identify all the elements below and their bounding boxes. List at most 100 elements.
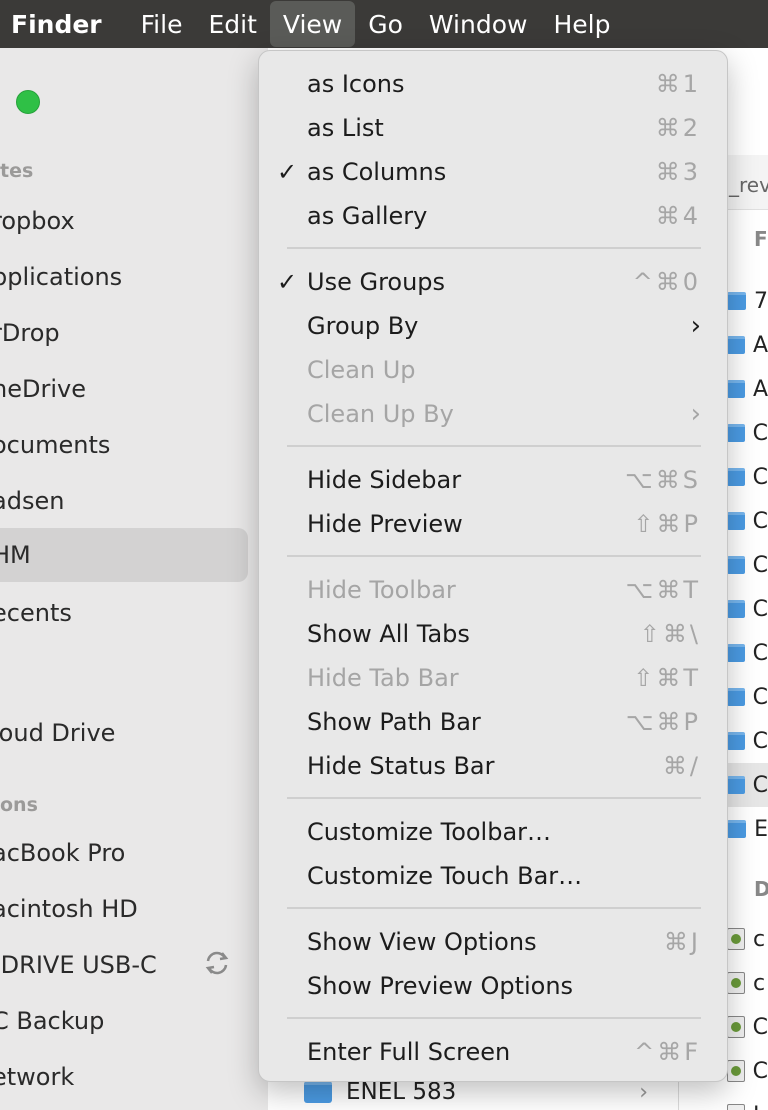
menu-item-shortcut: ⌘4 [655,202,701,230]
folder-icon [727,380,745,398]
folder-icon [727,512,745,530]
menu-item-label: Show View Options [307,928,537,956]
menu-item-group-by[interactable]: Group By › [259,304,729,348]
folder-icon [727,732,745,750]
menu-window[interactable]: Window [416,0,541,48]
menu-item-shortcut: ⌥⌘S [625,466,701,494]
zoom-button[interactable] [16,90,40,114]
menu-item-label: Show Preview Options [307,972,574,1000]
sidebar-item-label: ocuments [0,431,111,459]
chevron-right-icon: › [690,311,701,341]
menu-item-clean-up-by: Clean Up By › [259,392,729,436]
sidebar: tes ropbox pplications rDrop neDrive ocu… [0,48,268,1110]
list-item-label: E [754,816,768,842]
menu-item-show-preview-options[interactable]: Show Preview Options [259,964,729,1008]
list-item-label: c [753,970,766,996]
menu-edit[interactable]: Edit [195,0,269,48]
sidebar-item-user[interactable]: adsen [0,474,248,528]
menu-help[interactable]: Help [540,0,623,48]
column-3-title: _rev [729,173,768,197]
menu-item-customize-touch-bar[interactable]: Customize Touch Bar… [259,854,729,898]
sidebar-item-documents[interactable]: ocuments [0,418,248,472]
menu-view[interactable]: View [269,1,356,47]
sidebar-item-icloud-drive[interactable]: loud Drive [0,706,248,760]
menu-item-show-view-options[interactable]: Show View Options ⌘J [259,920,729,964]
menu-separator [287,907,701,909]
menu-file[interactable]: File [128,0,196,48]
menu-item-label: Enter Full Screen [307,1038,511,1066]
sidebar-item-selected[interactable]: HM [0,528,248,582]
column-3-heading: F [754,227,768,251]
menu-item-enter-full-screen[interactable]: Enter Full Screen ^⌘F [259,1030,729,1074]
menu-item-label: Show Path Bar [307,708,481,736]
list-item-label: I [753,1103,760,1110]
list-item[interactable]: I [679,1093,768,1110]
menu-separator [287,797,701,799]
sidebar-item-label: -DRIVE USB-C [0,951,157,979]
menu-item-as-icons[interactable]: as Icons ⌘1 [259,62,729,106]
sidebar-item-label: rDrop [0,319,60,347]
menu-item-show-all-tabs[interactable]: Show All Tabs ⇧⌘\ [259,612,729,656]
menu-item-label: Group By [307,312,419,340]
sidebar-item-network[interactable]: etwork [0,1050,248,1104]
menu-item-as-columns[interactable]: ✓ as Columns ⌘3 [259,150,729,194]
sidebar-item-dropbox[interactable]: ropbox [0,194,248,248]
menu-item-hide-tab-bar: Hide Tab Bar ⇧⌘T [259,656,729,700]
menu-item-customize-toolbar[interactable]: Customize Toolbar… [259,810,729,854]
checkmark-icon: ✓ [277,158,298,186]
menu-item-shortcut: ⌥⌘T [625,576,701,604]
menu-finder[interactable]: Finder [0,0,128,48]
menu-item-shortcut: ⌘1 [655,70,701,98]
sidebar-item-label: etwork [0,1063,75,1091]
sidebar-item-recents[interactable]: ecents [0,586,248,640]
menu-item-use-groups[interactable]: ✓ Use Groups ^⌘0 [259,260,729,304]
sidebar-item-macintosh-hd[interactable]: acintosh HD [0,882,248,936]
menu-item-label: Customize Toolbar… [307,818,552,846]
list-item-label: C [752,728,768,754]
list-item-label: C [752,508,768,534]
menu-item-show-path-bar[interactable]: Show Path Bar ⌥⌘P [259,700,729,744]
list-item-label: c [753,926,766,952]
menu-item-hide-sidebar[interactable]: Hide Sidebar ⌥⌘S [259,458,729,502]
menu-item-hide-status-bar[interactable]: Hide Status Bar ⌘/ [259,744,729,788]
list-item-label: C [752,640,768,666]
menu-item-hide-preview[interactable]: Hide Preview ⇧⌘P [259,502,729,546]
sidebar-section-locations: ons [0,794,38,816]
menu-item-shortcut: ⌘J [663,928,701,956]
sidebar-item-airdrop[interactable]: rDrop [0,306,248,360]
column-3-section: D [754,877,768,901]
sidebar-item-backup[interactable]: C Backup [0,994,248,1048]
menu-item-label: Clean Up [307,356,416,384]
list-item-label: C [752,552,768,578]
menu-item-hide-toolbar: Hide Toolbar ⌥⌘T [259,568,729,612]
sidebar-item-applications[interactable]: pplications [0,250,248,304]
menu-separator [287,445,701,447]
list-item-label: C [752,420,768,446]
sidebar-item-macbook-pro[interactable]: acBook Pro [0,826,248,880]
checkmark-icon: ✓ [277,268,298,296]
menu-item-as-list[interactable]: as List ⌘2 [259,106,729,150]
folder-icon [727,468,745,486]
sync-icon[interactable] [202,948,232,978]
menu-separator [287,1017,701,1019]
menu-item-as-gallery[interactable]: as Gallery ⌘4 [259,194,729,238]
menu-item-label: Show All Tabs [307,620,470,648]
menu-item-label: Use Groups [307,268,446,296]
folder-icon [727,688,745,706]
menu-item-label: Hide Sidebar [307,466,462,494]
document-icon [727,928,745,950]
menu-go[interactable]: Go [355,0,416,48]
menu-item-label: as List [307,114,384,142]
list-item-label: C [752,684,768,710]
menu-item-label: as Icons [307,70,405,98]
menu-item-shortcut: ^⌘F [634,1038,701,1066]
list-item-label: C [752,596,768,622]
menu-item-shortcut: ⌘/ [662,752,701,780]
sidebar-item-label: HM [0,541,31,569]
sidebar-item-label: C Backup [0,1007,105,1035]
list-item-label: C [752,1058,768,1084]
menu-bar: Finder File Edit View Go Window Help [0,0,768,48]
menu-item-shortcut: ⇧⌘P [633,510,701,538]
folder-icon [727,644,745,662]
sidebar-item-onedrive[interactable]: neDrive [0,362,248,416]
